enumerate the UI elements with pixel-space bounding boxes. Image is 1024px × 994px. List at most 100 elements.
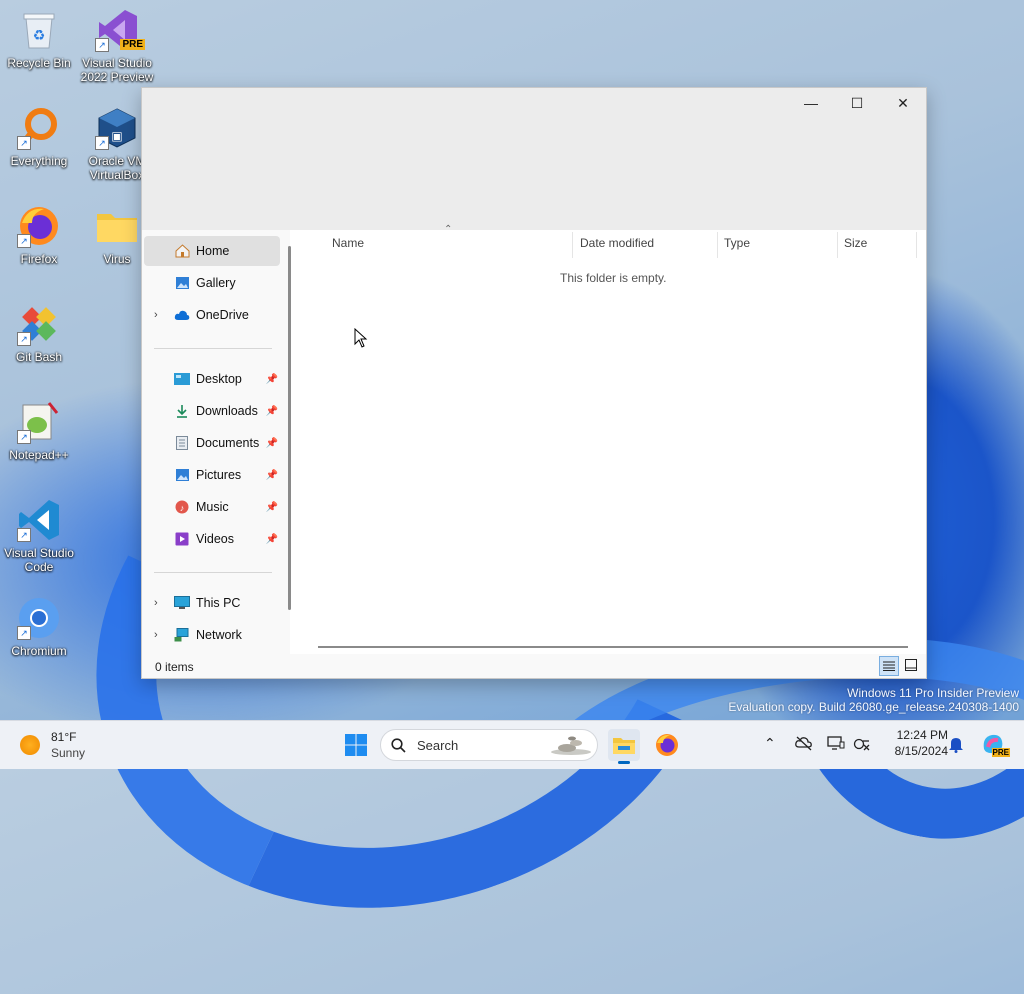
chromium-icon: ↗ xyxy=(17,596,61,640)
nav-item-pictures[interactable]: Pictures 📌 xyxy=(144,460,280,490)
pin-icon[interactable]: 📌 xyxy=(266,502,278,513)
display-icon[interactable] xyxy=(827,735,845,756)
nav-label: OneDrive xyxy=(196,308,249,322)
shortcut-arrow-icon: ↗ xyxy=(17,234,31,248)
file-explorer-window[interactable]: — ☐ ✕ Home Gallery › OneDrive Desktop 📌 … xyxy=(141,87,927,679)
file-explorer-folder-icon xyxy=(613,738,635,754)
nav-label: Gallery xyxy=(196,276,236,290)
pin-icon[interactable]: 📌 xyxy=(266,470,278,481)
nav-item-gallery[interactable]: Gallery xyxy=(144,268,280,298)
shortcut-arrow-icon: ↗ xyxy=(95,136,109,150)
nav-item-videos[interactable]: Videos 📌 xyxy=(144,524,280,554)
weather-widget[interactable]: 81°F Sunny xyxy=(12,727,122,763)
onedrive-offline-icon[interactable] xyxy=(795,735,813,756)
pin-icon[interactable]: 📌 xyxy=(266,406,278,417)
desktop-icon-recycle-bin[interactable]: ♻ Recycle Bin xyxy=(1,8,77,70)
watermark-line-2: Evaluation copy. Build 26080.ge_release.… xyxy=(728,700,1019,714)
desktop-icon-label: Firefox xyxy=(20,252,58,266)
nav-item-this-pc[interactable]: › This PC xyxy=(144,588,280,618)
nav-separator xyxy=(154,572,272,573)
svg-text:♪: ♪ xyxy=(180,503,185,513)
chevron-right-icon[interactable]: › xyxy=(154,597,158,609)
desktop-icon-label: Everything xyxy=(10,154,68,168)
nav-separator xyxy=(154,348,272,349)
weather-condition: Sunny xyxy=(51,746,86,760)
desktop-icon-label: Recycle Bin xyxy=(7,56,71,70)
desktop-icon-everything[interactable]: ↗ Everything xyxy=(1,106,77,168)
file-list-area[interactable] xyxy=(300,230,926,654)
minimize-button[interactable]: — xyxy=(788,88,834,118)
folder-icon xyxy=(95,204,139,248)
system-clock[interactable]: 12:24 PM 8/15/2024 xyxy=(876,727,948,763)
title-bar[interactable]: — ☐ ✕ xyxy=(142,88,926,230)
column-divider[interactable] xyxy=(916,232,917,258)
download-arrow-icon xyxy=(174,403,190,419)
desktop-icon-chromium[interactable]: ↗ Chromium xyxy=(1,596,77,658)
search-highlight-stones-icon xyxy=(549,734,593,756)
desktop-icon-label: Git Bash xyxy=(15,350,63,364)
shortcut-arrow-icon: ↗ xyxy=(17,332,31,346)
column-divider[interactable] xyxy=(837,232,838,258)
column-divider[interactable] xyxy=(717,232,718,258)
shortcut-arrow-icon: ↗ xyxy=(17,136,31,150)
nav-item-onedrive[interactable]: › OneDrive xyxy=(144,300,280,330)
large-icons-view-icon xyxy=(905,659,917,671)
start-button[interactable] xyxy=(340,729,372,761)
details-view-button[interactable] xyxy=(879,656,899,676)
nav-item-home[interactable]: Home xyxy=(144,236,280,266)
git-bash-icon: ↗ xyxy=(17,302,61,346)
taskbar: 81°F Sunny Search ⌃ 12:24 PM 8/15/2024 P… xyxy=(0,720,1024,769)
desktop-icon-visual-studio-2022-preview[interactable]: PRE ↗ Visual Studio 2022 Preview xyxy=(79,8,155,84)
document-icon xyxy=(174,435,190,451)
horizontal-scrollbar[interactable] xyxy=(318,646,908,648)
nav-label: Videos xyxy=(196,532,234,546)
taskbar-search-box[interactable]: Search xyxy=(380,729,598,761)
item-count: 0 items xyxy=(155,660,194,674)
pin-icon[interactable]: 📌 xyxy=(266,438,278,449)
network-icon xyxy=(174,627,190,643)
nav-item-network[interactable]: › Network xyxy=(144,620,280,650)
vscode-icon: ↗ xyxy=(17,498,61,542)
show-hidden-icons-chevron-up-icon[interactable]: ⌃ xyxy=(764,735,776,752)
column-header-name[interactable]: Name xyxy=(332,236,364,250)
onedrive-cloud-icon xyxy=(174,307,190,323)
network-status-icon[interactable] xyxy=(853,735,871,756)
details-view-icon xyxy=(883,661,895,671)
nav-item-downloads[interactable]: Downloads 📌 xyxy=(144,396,280,426)
close-button[interactable]: ✕ xyxy=(880,88,926,118)
taskbar-file-explorer[interactable] xyxy=(608,729,640,764)
tiles-view-button[interactable] xyxy=(902,656,920,674)
shortcut-arrow-icon: ↗ xyxy=(95,38,109,52)
clock-date: 8/15/2024 xyxy=(894,744,948,758)
pin-icon[interactable]: 📌 xyxy=(266,374,278,385)
maximize-button[interactable]: ☐ xyxy=(834,88,880,118)
copilot-pre-badge: PRE xyxy=(991,748,1010,757)
pin-icon[interactable]: 📌 xyxy=(266,534,278,545)
nav-label: Documents xyxy=(196,436,260,450)
nav-label: Home xyxy=(196,244,230,258)
column-header-date-modified[interactable]: Date modified xyxy=(580,236,654,250)
sort-up-chevron-icon: ⌃ xyxy=(444,224,453,235)
copilot-icon[interactable]: PRE xyxy=(980,731,1010,757)
desktop-icon-visual-studio-code[interactable]: ↗ Visual Studio Code xyxy=(1,498,77,574)
chevron-right-icon[interactable]: › xyxy=(154,309,158,321)
nav-label: Downloads xyxy=(196,404,258,418)
desktop-icon-label: Visual Studio Code xyxy=(4,546,74,574)
nav-scrollbar[interactable] xyxy=(288,246,291,610)
svg-text:♻: ♻ xyxy=(33,27,46,43)
notification-bell-icon[interactable] xyxy=(948,735,964,758)
column-divider[interactable] xyxy=(572,232,573,258)
desktop-icon-firefox[interactable]: ↗ Firefox xyxy=(1,204,77,266)
nav-item-desktop[interactable]: Desktop 📌 xyxy=(144,364,280,394)
desktop-icon-git-bash[interactable]: ↗ Git Bash xyxy=(1,302,77,364)
svg-text:▣: ▣ xyxy=(111,129,122,143)
column-header-size[interactable]: Size xyxy=(844,236,867,250)
nav-item-documents[interactable]: Documents 📌 xyxy=(144,428,280,458)
nav-item-music[interactable]: ♪ Music 📌 xyxy=(144,492,280,522)
chevron-right-icon[interactable]: › xyxy=(154,629,158,641)
column-header-type[interactable]: Type xyxy=(724,236,750,250)
notepad-plus-plus-icon: ↗ xyxy=(17,400,61,444)
shortcut-arrow-icon: ↗ xyxy=(17,528,31,542)
taskbar-firefox[interactable] xyxy=(651,729,683,761)
desktop-icon-notepad-plus-plus[interactable]: ↗ Notepad++ xyxy=(1,400,77,462)
